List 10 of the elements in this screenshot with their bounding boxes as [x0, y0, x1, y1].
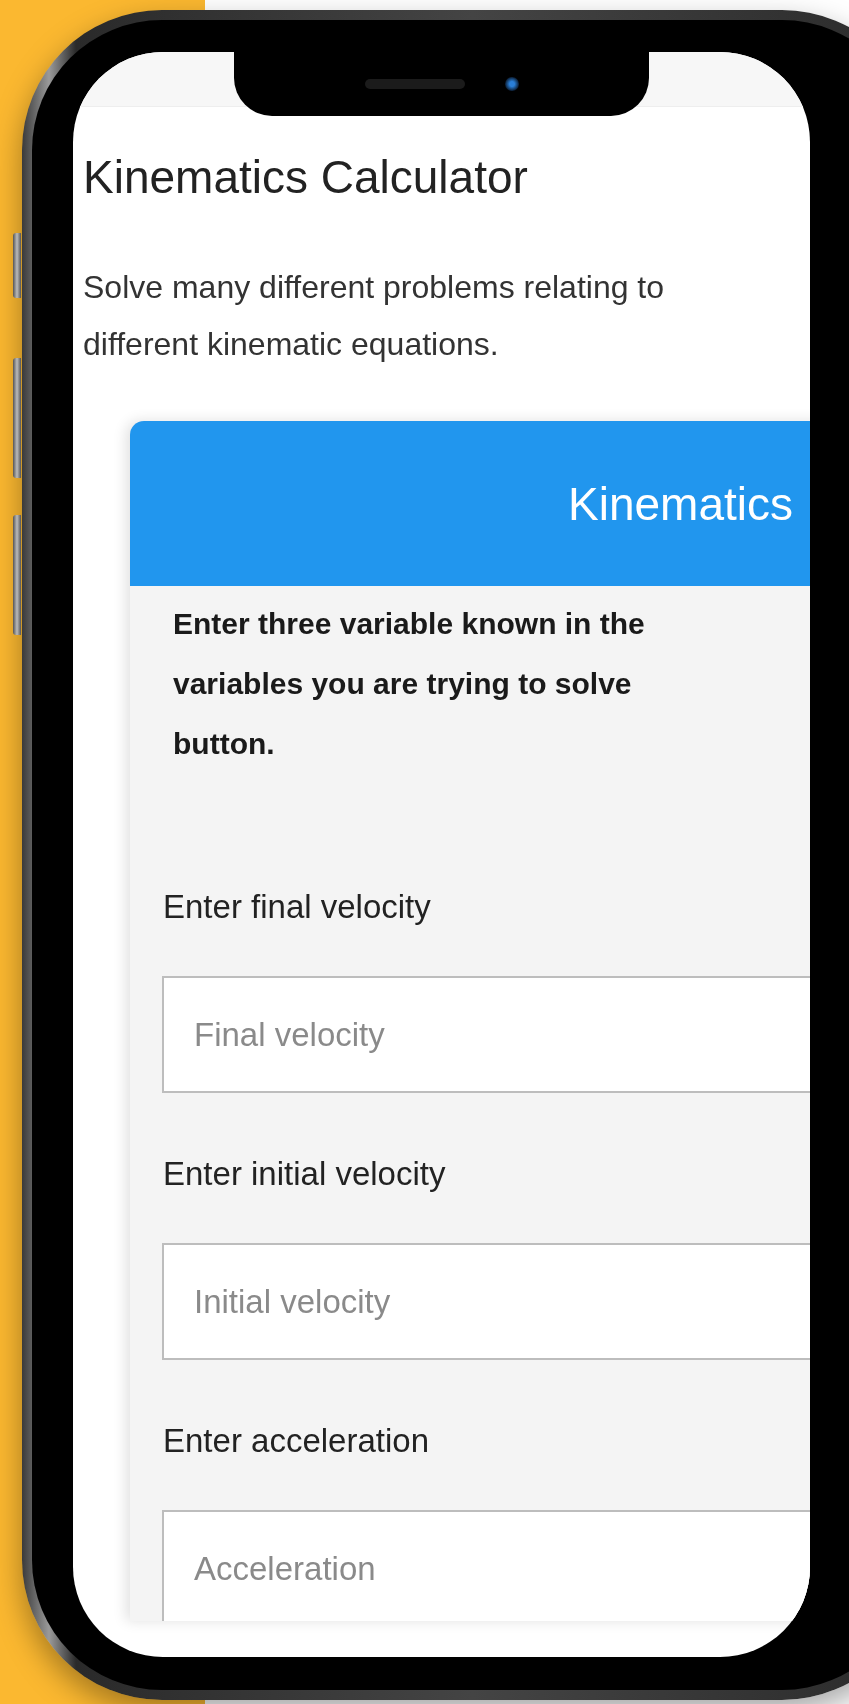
instructions-text: Enter three variable known in the variables you are trying to solve button.: [173, 606, 645, 762]
input-field[interactable]: Acceleration: [162, 1510, 810, 1621]
field-label: Enter acceleration: [163, 1421, 429, 1461]
field-label: Enter initial velocity: [163, 1154, 446, 1194]
input-field[interactable]: Initial velocity: [162, 1243, 810, 1360]
page-title: Kinematics Calculator: [83, 150, 528, 205]
input-field[interactable]: Final velocity: [162, 976, 810, 1093]
card-title: Kinematics: [568, 476, 793, 532]
intro-text: Solve many different problems relating to different kinematic equations.: [83, 268, 665, 364]
field-label: Enter final velocity: [163, 887, 431, 927]
